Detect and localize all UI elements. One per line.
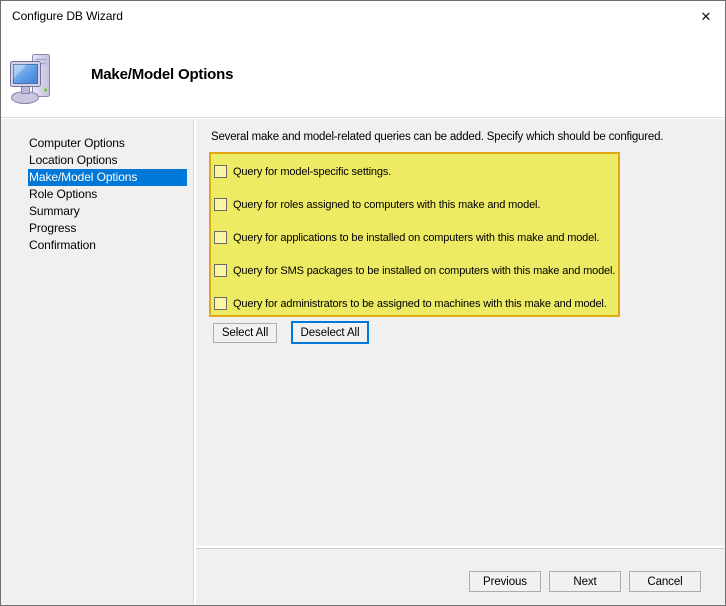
sidebar-item-location-options[interactable]: Location Options: [1, 152, 193, 169]
previous-button[interactable]: Previous: [469, 571, 541, 592]
sidebar-item-role-options[interactable]: Role Options: [1, 186, 193, 203]
select-all-button[interactable]: Select All: [213, 323, 277, 343]
footer-separator: [196, 546, 724, 549]
checkbox-row-administrators-assigned[interactable]: Query for administrators to be assigned …: [211, 287, 618, 320]
checkbox-row-sms-packages[interactable]: Query for SMS packages to be installed o…: [211, 254, 618, 287]
sidebar-item-make-model-options[interactable]: Make/Model Options: [28, 169, 187, 186]
wizard-header: Configure DB Wizard ✕: [1, 1, 725, 118]
sidebar-item-summary[interactable]: Summary: [1, 203, 193, 220]
sidebar-item-confirmation[interactable]: Confirmation: [1, 237, 193, 254]
close-button[interactable]: ✕: [693, 5, 719, 29]
computer-icon: [9, 51, 55, 107]
close-icon: ✕: [701, 9, 712, 25]
checkbox[interactable]: [214, 264, 227, 277]
deselect-all-button[interactable]: Deselect All: [291, 321, 369, 344]
checkbox-label[interactable]: Query for SMS packages to be installed o…: [233, 265, 615, 277]
highlight-overlay: Query for model-specific settings. Query…: [209, 152, 620, 317]
checkbox[interactable]: [214, 297, 227, 310]
configure-db-wizard-window: Configure DB Wizard ✕: [0, 0, 726, 606]
checkbox-row-model-specific[interactable]: Query for model-specific settings.: [211, 155, 618, 188]
window-title: Configure DB Wizard: [12, 9, 123, 23]
sidebar-item-progress[interactable]: Progress: [1, 220, 193, 237]
instruction-text: Several make and model-related queries c…: [211, 131, 721, 143]
next-button[interactable]: Next: [549, 571, 621, 592]
checkbox-row-roles-assigned[interactable]: Query for roles assigned to computers wi…: [211, 188, 618, 221]
sidebar-nav: Computer Options Location Options Make/M…: [1, 135, 193, 254]
sidebar-item-computer-options[interactable]: Computer Options: [1, 135, 193, 152]
checkbox-row-applications-installed[interactable]: Query for applications to be installed o…: [211, 221, 618, 254]
checkbox[interactable]: [214, 231, 227, 244]
checkbox[interactable]: [214, 198, 227, 211]
checkbox-label[interactable]: Query for administrators to be assigned …: [233, 298, 607, 310]
cancel-button[interactable]: Cancel: [629, 571, 701, 592]
checkbox-label[interactable]: Query for model-specific settings.: [233, 166, 391, 178]
checkbox-label[interactable]: Query for roles assigned to computers wi…: [233, 199, 540, 211]
checkbox-label[interactable]: Query for applications to be installed o…: [233, 232, 599, 244]
checkbox[interactable]: [214, 165, 227, 178]
page-title: Make/Model Options: [91, 66, 233, 83]
sidebar-separator: [193, 119, 196, 604]
